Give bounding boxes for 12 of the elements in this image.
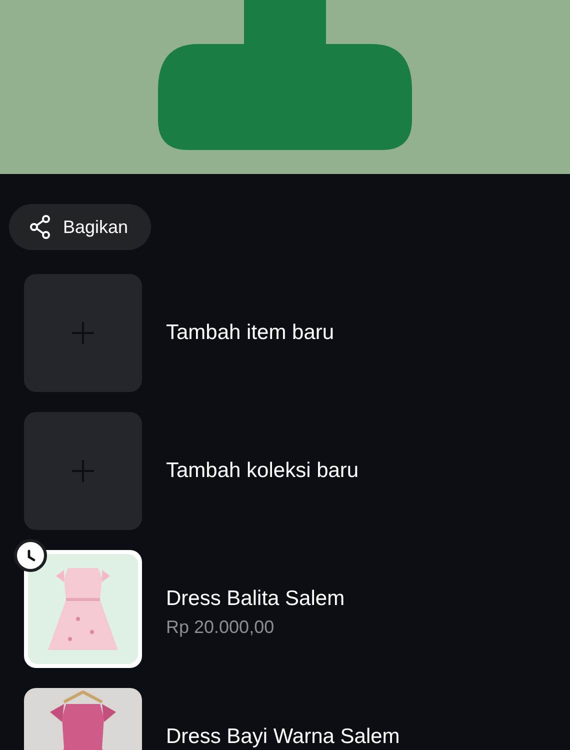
product-name: Dress Balita Salem (166, 586, 345, 612)
plus-icon (72, 322, 94, 344)
add-tile[interactable] (24, 412, 142, 530)
add-tile[interactable] (24, 274, 142, 392)
plus-icon (72, 460, 94, 482)
person-silhouette-icon (158, 0, 412, 152)
product-price: Rp 20.000,00 (166, 616, 276, 638)
share-button[interactable]: Bagikan (9, 204, 152, 250)
product-name: Dress Bayi Warna Salem (166, 724, 400, 750)
share-icon (29, 215, 51, 239)
add-label: Tambah item baru (166, 320, 334, 346)
add-label: Tambah koleksi baru (166, 458, 359, 484)
